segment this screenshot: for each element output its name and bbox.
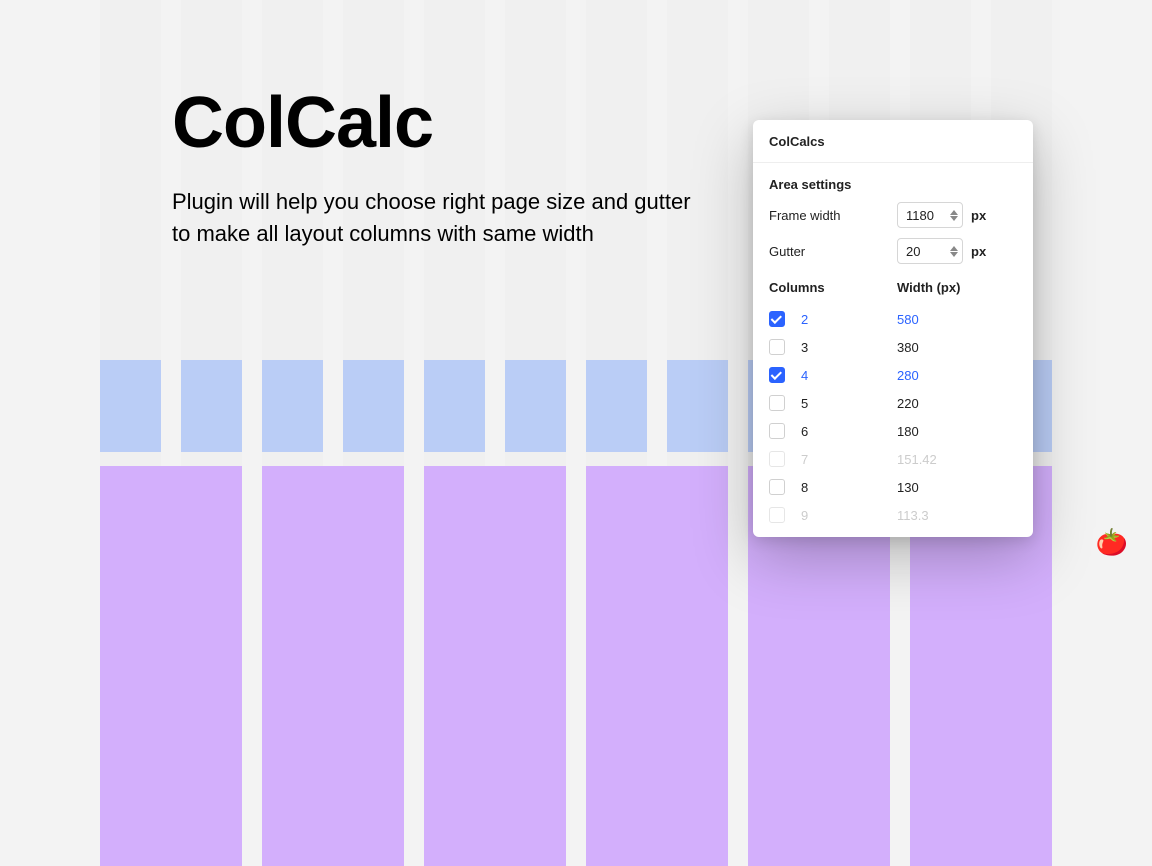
- result-columns-value: 9: [801, 508, 897, 523]
- result-row[interactable]: 8130: [769, 473, 1017, 501]
- area-settings-label: Area settings: [769, 177, 1017, 192]
- unit-label: px: [971, 208, 986, 223]
- unit-label: px: [971, 244, 986, 259]
- stepper-icon[interactable]: [950, 210, 958, 221]
- result-row[interactable]: 9113.3: [769, 501, 1017, 529]
- result-width-value: 113.3: [897, 508, 929, 523]
- result-row[interactable]: 3380: [769, 333, 1017, 361]
- result-width-value: 180: [897, 424, 919, 439]
- gutter-input[interactable]: 20: [897, 238, 963, 264]
- gutter-row: Gutter 20 px: [769, 238, 1017, 264]
- results-list: 258033804280522061807151.4281309113.3: [769, 305, 1017, 529]
- result-checkbox[interactable]: [769, 423, 785, 439]
- result-row[interactable]: 4280: [769, 361, 1017, 389]
- frame-width-label: Frame width: [769, 208, 897, 223]
- result-checkbox[interactable]: [769, 395, 785, 411]
- result-columns-value: 6: [801, 424, 897, 439]
- width-header: Width (px): [897, 280, 960, 295]
- result-row[interactable]: 5220: [769, 389, 1017, 417]
- result-row[interactable]: 6180: [769, 417, 1017, 445]
- frame-width-row: Frame width 1180 px: [769, 202, 1017, 228]
- gutter-label: Gutter: [769, 244, 897, 259]
- hero-subtitle: Plugin will help you choose right page s…: [172, 186, 702, 250]
- gutter-value: 20: [906, 244, 920, 259]
- result-row[interactable]: 2580: [769, 305, 1017, 333]
- result-row[interactable]: 7151.42: [769, 445, 1017, 473]
- result-width-value: 151.42: [897, 452, 937, 467]
- result-columns-value: 3: [801, 340, 897, 355]
- tomato-icon: 🍅: [1096, 527, 1128, 558]
- frame-width-input[interactable]: 1180: [897, 202, 963, 228]
- result-checkbox[interactable]: [769, 367, 785, 383]
- hero-title: ColCalc: [172, 82, 702, 164]
- result-columns-value: 7: [801, 452, 897, 467]
- frame-width-value: 1180: [906, 208, 934, 223]
- result-columns-value: 8: [801, 480, 897, 495]
- result-checkbox[interactable]: [769, 507, 785, 523]
- result-width-value: 380: [897, 340, 919, 355]
- result-columns-value: 4: [801, 368, 897, 383]
- hero: ColCalc Plugin will help you choose righ…: [172, 82, 702, 250]
- result-checkbox[interactable]: [769, 479, 785, 495]
- result-columns-value: 2: [801, 312, 897, 327]
- result-checkbox[interactable]: [769, 339, 785, 355]
- colcalc-panel: ColCalcs Area settings Frame width 1180 …: [753, 120, 1033, 537]
- result-width-value: 130: [897, 480, 919, 495]
- result-width-value: 280: [897, 368, 919, 383]
- result-width-value: 580: [897, 312, 919, 327]
- result-checkbox[interactable]: [769, 451, 785, 467]
- result-checkbox[interactable]: [769, 311, 785, 327]
- stepper-icon[interactable]: [950, 246, 958, 257]
- panel-title: ColCalcs: [753, 120, 1033, 163]
- results-header: Columns Width (px): [769, 280, 1017, 295]
- columns-header: Columns: [769, 280, 897, 295]
- result-width-value: 220: [897, 396, 919, 411]
- result-columns-value: 5: [801, 396, 897, 411]
